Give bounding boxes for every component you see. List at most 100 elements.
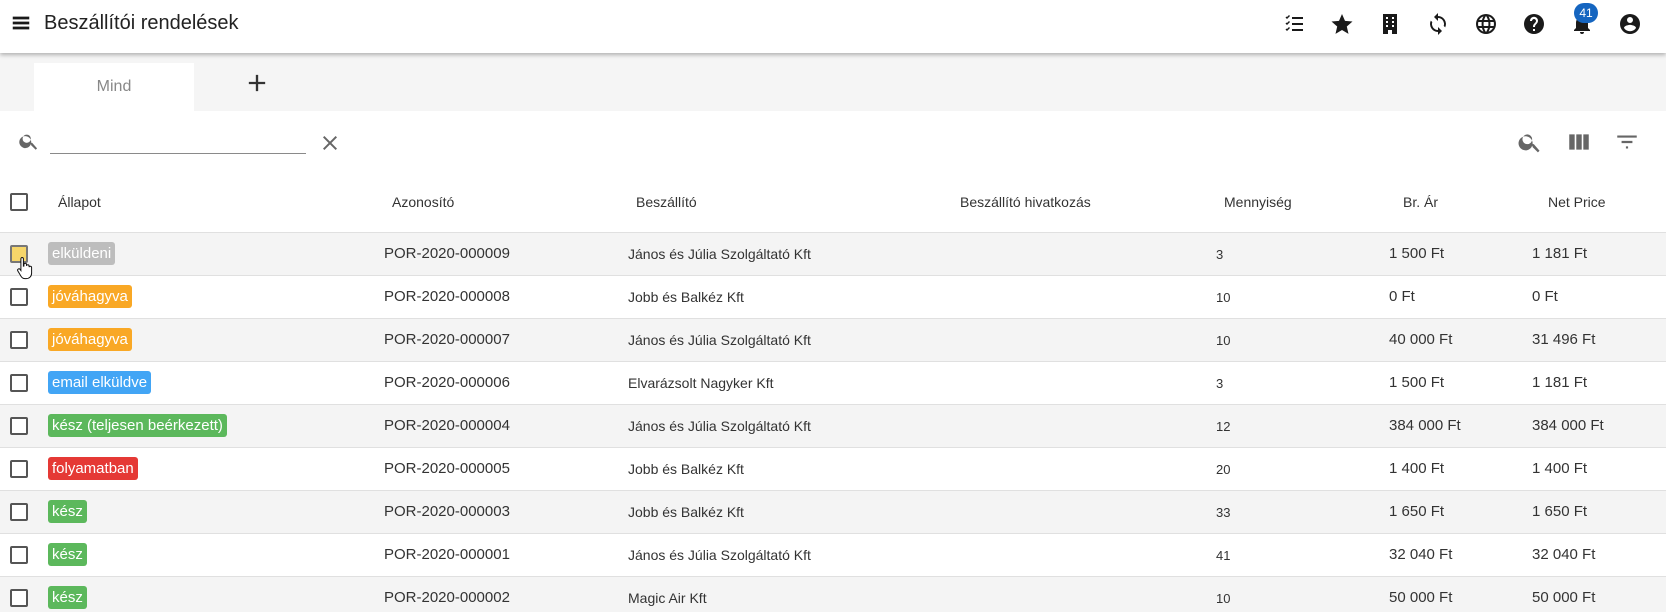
quantity-value: 10	[1216, 590, 1231, 606]
columns-icon[interactable]	[1566, 129, 1592, 155]
gross-price-value: 1 400 Ft	[1389, 460, 1445, 477]
net-price-value: 50 000 Ft	[1532, 589, 1596, 606]
quantity-value: 3	[1216, 246, 1224, 262]
order-id: POR-2020-000006	[384, 374, 510, 391]
select-all-checkbox[interactable]	[10, 193, 28, 212]
gross-price-value: 32 040 Ft	[1389, 546, 1453, 563]
order-id: POR-2020-000002	[384, 589, 510, 606]
quantity-value: 10	[1216, 332, 1231, 348]
add-tab-icon[interactable]	[243, 69, 271, 97]
row-checkbox[interactable]	[10, 416, 28, 435]
status-badge: email elküldve	[48, 371, 152, 394]
menu-icon[interactable]	[10, 12, 32, 34]
table-header-row: Állapot Azonosító Beszállító Beszállító …	[0, 173, 1666, 233]
net-price-value: 1 650 Ft	[1532, 503, 1588, 520]
row-checkbox[interactable]	[10, 373, 28, 392]
quantity-value: 3	[1216, 375, 1224, 391]
gross-price-value: 384 000 Ft	[1389, 417, 1461, 434]
orders-table: Állapot Azonosító Beszállító Beszállító …	[0, 173, 1666, 612]
status-badge: elküldeni	[48, 242, 116, 265]
net-price-value: 384 000 Ft	[1532, 417, 1604, 434]
supplier-name: János és Júlia Szolgáltató Kft	[628, 331, 811, 348]
supplier-name: János és Júlia Szolgáltató Kft	[628, 417, 811, 434]
table-row[interactable]: email elküldve POR-2020-000006 Elvarázsolt…	[0, 361, 1666, 405]
table-row[interactable]: elküldeni POR-2020-000009 János és Júlia S…	[0, 232, 1666, 276]
order-id: POR-2020-000004	[384, 417, 510, 434]
table-row[interactable]: jóváhagyva POR-2020-000007 János és Júlia …	[0, 318, 1666, 362]
col-header-net-price[interactable]: Net Price	[1530, 173, 1666, 233]
filter-icon[interactable]	[1614, 129, 1640, 155]
supplier-name: Jobb és Balkéz Kft	[628, 503, 744, 520]
row-checkbox[interactable]	[10, 545, 28, 564]
status-badge: kész	[48, 500, 87, 523]
status-badge: jóváhagyva	[48, 328, 132, 351]
supplier-name: Jobb és Balkéz Kft	[628, 460, 744, 477]
order-id: POR-2020-000007	[384, 331, 510, 348]
hand-cursor-icon	[16, 256, 34, 280]
row-checkbox[interactable]	[10, 502, 28, 521]
table-row[interactable]: kész POR-2020-000003 Jobb és Balkéz Kft 33 1…	[0, 490, 1666, 534]
account-icon[interactable]	[1606, 8, 1654, 40]
row-checkbox[interactable]	[10, 588, 28, 607]
table-row[interactable]: kész POR-2020-000002 Magic Air Kft 10 50 000…	[0, 576, 1666, 612]
net-price-value: 0 Ft	[1532, 288, 1558, 305]
header-actions: 41	[1270, 3, 1654, 40]
gross-price-value: 40 000 Ft	[1389, 331, 1453, 348]
search-input[interactable]	[50, 130, 306, 154]
bell-icon[interactable]: 41	[1558, 3, 1606, 40]
col-header-supplier-ref[interactable]: Beszállító hivatkozás	[952, 173, 1216, 233]
supplier-name: Elvarázsolt Nagyker Kft	[628, 374, 774, 391]
quantity-value: 12	[1216, 418, 1231, 434]
supplier-name: János és Júlia Szolgáltató Kft	[628, 546, 811, 563]
building-icon[interactable]	[1366, 8, 1414, 40]
row-checkbox[interactable]	[10, 459, 28, 478]
table-row[interactable]: kész POR-2020-000001 János és Júlia Szolgá…	[0, 533, 1666, 577]
help-icon[interactable]	[1510, 8, 1558, 40]
search-icon	[18, 130, 40, 152]
tab-mind[interactable]: Mind	[34, 63, 194, 111]
search-toolbar	[0, 111, 1666, 173]
table-row[interactable]: kész (teljesen beérkezett) POR-2020-00000…	[0, 404, 1666, 448]
row-checkbox[interactable]	[10, 287, 28, 306]
table-row[interactable]: folyamatban POR-2020-000005 Jobb és Balkéz…	[0, 447, 1666, 491]
notification-badge: 41	[1574, 3, 1598, 23]
order-id: POR-2020-000003	[384, 503, 510, 520]
sync-icon[interactable]	[1414, 8, 1462, 40]
quantity-value: 10	[1216, 289, 1231, 305]
net-price-value: 1 181 Ft	[1532, 374, 1588, 391]
checklist-icon[interactable]	[1270, 8, 1318, 40]
globe-icon[interactable]	[1462, 8, 1510, 40]
order-id: POR-2020-000009	[384, 245, 510, 262]
status-badge: kész (teljesen beérkezett)	[48, 414, 227, 437]
net-price-value: 1 181 Ft	[1532, 245, 1588, 262]
order-id: POR-2020-000008	[384, 288, 510, 305]
supplier-name: Magic Air Kft	[628, 589, 707, 606]
col-header-id[interactable]: Azonosító	[384, 173, 628, 233]
col-header-supplier[interactable]: Beszállító	[628, 173, 952, 233]
app-bar: Beszállítói rendelések 41	[0, 0, 1666, 53]
quantity-value: 41	[1216, 547, 1231, 563]
supplier-name: János és Júlia Szolgáltató Kft	[628, 245, 811, 262]
col-header-quantity[interactable]: Mennyiség	[1216, 173, 1377, 233]
col-header-status[interactable]: Állapot	[48, 173, 384, 233]
supplier-name: Jobb és Balkéz Kft	[628, 288, 744, 305]
star-icon[interactable]	[1318, 8, 1366, 40]
status-badge: kész	[48, 543, 87, 566]
gross-price-value: 0 Ft	[1389, 288, 1415, 305]
clear-search-icon[interactable]	[318, 131, 342, 155]
page-title: Beszállítói rendelések	[44, 12, 239, 34]
status-badge: kész	[48, 586, 87, 609]
quantity-value: 20	[1216, 461, 1231, 477]
net-price-value: 1 400 Ft	[1532, 460, 1588, 477]
search-column-icon[interactable]	[1517, 129, 1543, 155]
table-row[interactable]: jóváhagyva POR-2020-000008 Jobb és Balkéz …	[0, 275, 1666, 319]
order-id: POR-2020-000001	[384, 546, 510, 563]
row-checkbox[interactable]	[10, 330, 28, 349]
gross-price-value: 1 500 Ft	[1389, 245, 1445, 262]
status-badge: jóváhagyva	[48, 285, 132, 308]
col-header-gross-price[interactable]: Br. Ár	[1377, 173, 1530, 233]
net-price-value: 32 040 Ft	[1532, 546, 1596, 563]
gross-price-value: 50 000 Ft	[1389, 589, 1453, 606]
net-price-value: 31 496 Ft	[1532, 331, 1596, 348]
order-id: POR-2020-000005	[384, 460, 510, 477]
